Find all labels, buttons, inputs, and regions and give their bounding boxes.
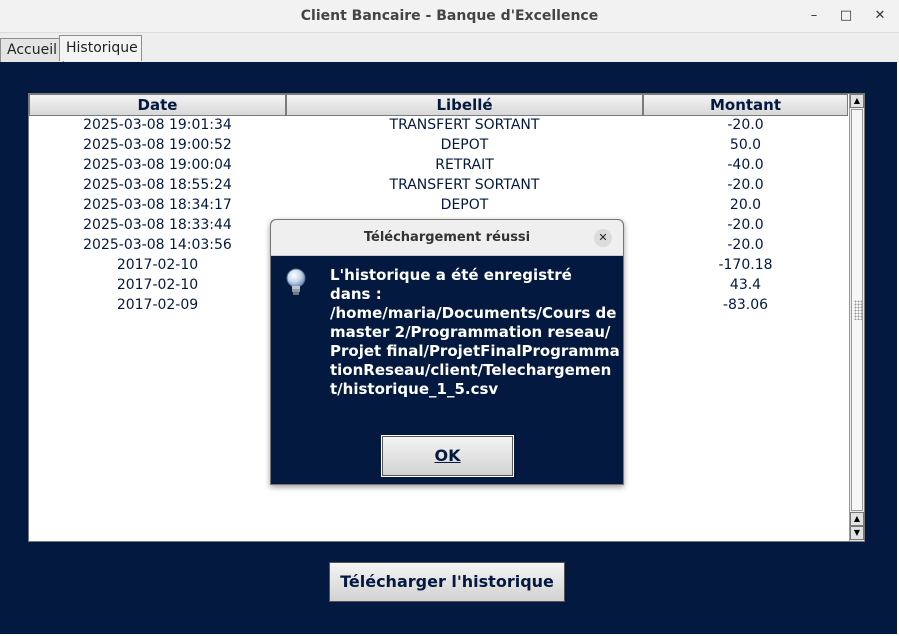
cell-date: 2017-02-10 (116, 257, 199, 273)
table-row[interactable]: 2025-03-08 19:00:04 RETRAIT -40.0 (29, 156, 848, 176)
scroll-up-icon[interactable]: ▲ (850, 512, 864, 526)
cell-libelle: TRANSFERT SORTANT (389, 177, 540, 193)
download-success-dialog: Téléchargement réussi ✕ L'historique a é… (270, 219, 624, 485)
cell-montant: -170.18 (718, 257, 773, 273)
column-header-montant[interactable]: Montant (643, 94, 848, 116)
cell-montant: -20.0 (727, 237, 764, 253)
tab-historique[interactable]: Historique (59, 35, 142, 61)
cell-libelle: RETRAIT (435, 157, 494, 173)
table-row[interactable]: 2025-03-08 18:34:17 DEPOT 20.0 (29, 196, 848, 216)
cell-montant: 20.0 (729, 197, 762, 213)
cell-libelle: DEPOT (440, 137, 489, 153)
cell-montant: -20.0 (727, 217, 764, 233)
dialog-title: Téléchargement réussi (363, 230, 531, 245)
cell-date: 2017-02-09 (116, 297, 199, 313)
cell-libelle: TRANSFERT SORTANT (389, 117, 540, 133)
lightbulb-icon (286, 268, 306, 295)
cell-date: 2025-03-08 19:00:52 (83, 137, 232, 153)
column-header-date[interactable]: Date (29, 94, 286, 116)
tab-bar: Accueil Historique (0, 33, 899, 62)
cell-montant: 43.4 (729, 277, 762, 293)
cell-montant: 50.0 (729, 137, 762, 153)
cell-date: 2025-03-08 18:33:44 (83, 217, 232, 233)
cell-date: 2025-03-08 18:34:17 (83, 197, 232, 213)
cell-libelle: DEPOT (440, 197, 489, 213)
table-row[interactable]: 2025-03-08 19:01:34 TRANSFERT SORTANT -20.… (29, 116, 848, 136)
download-history-button[interactable]: Télécharger l'historique (329, 562, 565, 602)
dialog-close-icon[interactable]: ✕ (594, 229, 612, 247)
tab-accueil[interactable]: Accueil (0, 38, 64, 62)
cell-date: 2025-03-08 19:00:04 (83, 157, 232, 173)
ok-button[interactable]: OK (381, 435, 514, 477)
table-row[interactable]: 2025-03-08 18:55:24 TRANSFERT SORTANT -20.… (29, 176, 848, 196)
grip-icon (854, 300, 862, 320)
column-header-libelle[interactable]: Libellé (286, 94, 643, 116)
cell-montant: -20.0 (727, 117, 764, 133)
minimize-icon[interactable]: – (804, 6, 824, 26)
vertical-scrollbar[interactable]: ▲ ▲ ▼ (849, 94, 864, 541)
ok-button-label: OK (434, 446, 461, 465)
cell-date: 2025-03-08 19:01:34 (83, 117, 232, 133)
scrollbar-thumb[interactable] (851, 109, 863, 511)
scroll-down-icon[interactable]: ▼ (850, 526, 864, 540)
maximize-icon[interactable]: □ (836, 6, 856, 26)
scroll-up-icon[interactable]: ▲ (850, 94, 864, 108)
table-row[interactable]: 2025-03-08 19:00:52 DEPOT 50.0 (29, 136, 848, 156)
window-title: Client Bancaire - Banque d'Excellence (300, 8, 599, 24)
cell-montant: -20.0 (727, 177, 764, 193)
cell-date: 2025-03-08 18:55:24 (83, 177, 232, 193)
window-title-bar: Client Bancaire - Banque d'Excellence – … (0, 0, 899, 33)
cell-montant: -40.0 (727, 157, 764, 173)
cell-date: 2017-02-10 (116, 277, 199, 293)
cell-montant: -83.06 (722, 297, 769, 313)
close-icon[interactable]: ✕ (870, 6, 890, 26)
dialog-title-bar: Téléchargement réussi ✕ (271, 220, 623, 256)
table-header: Date Libellé Montant (29, 94, 848, 116)
cell-date: 2025-03-08 14:03:56 (83, 237, 232, 253)
dialog-message: L'historique a été enregistré dans : /ho… (330, 266, 620, 398)
